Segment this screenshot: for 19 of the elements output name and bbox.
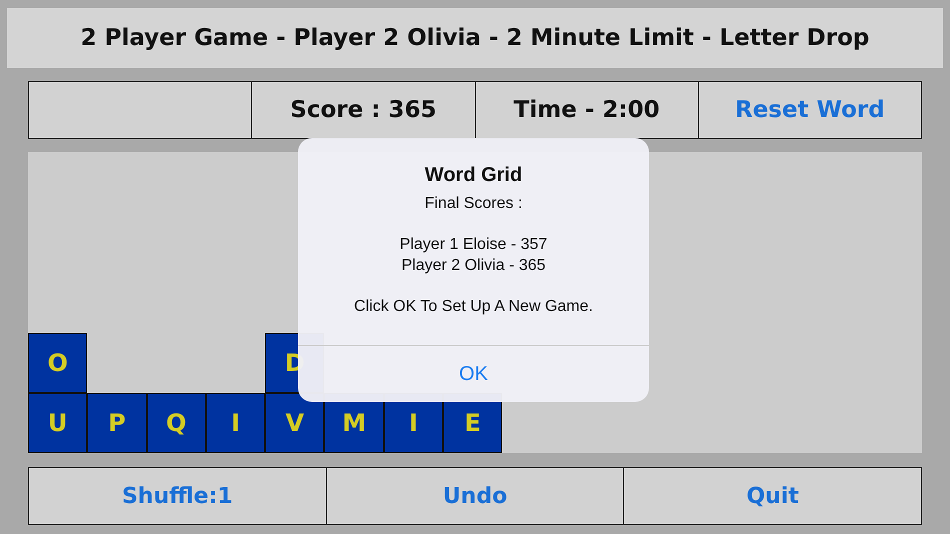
dialog-message: Final Scores :: [424, 194, 522, 214]
time-label: Time - 2:00: [474, 82, 698, 138]
letter-tile[interactable]: V: [265, 393, 324, 453]
score-line: Player 2 Olivia - 365: [401, 256, 546, 276]
game-title: 2 Player Game - Player 2 Olivia - 2 Minute Limit - Letter Drop: [7, 8, 943, 68]
ok-button[interactable]: OK: [298, 345, 649, 402]
dialog-title: Word Grid: [424, 164, 522, 187]
letter-tile[interactable]: I: [206, 393, 266, 453]
letter-tile[interactable]: U: [28, 393, 88, 453]
score-label: Score : 365: [251, 82, 474, 138]
letter-tile[interactable]: Q: [146, 393, 206, 453]
score-line: Player 1 Eloise - 357: [400, 235, 548, 255]
letter-tile[interactable]: P: [87, 393, 147, 453]
game-button[interactable]: Undo: [326, 468, 624, 524]
letter-tile[interactable]: O: [28, 333, 88, 393]
reset-word-button[interactable]: Reset Word: [698, 82, 921, 138]
game-button[interactable]: Quit: [623, 468, 922, 524]
game-button[interactable]: Shuffle:1: [29, 468, 326, 524]
dialog-message: Click OK To Set Up A New Game.: [354, 297, 593, 317]
